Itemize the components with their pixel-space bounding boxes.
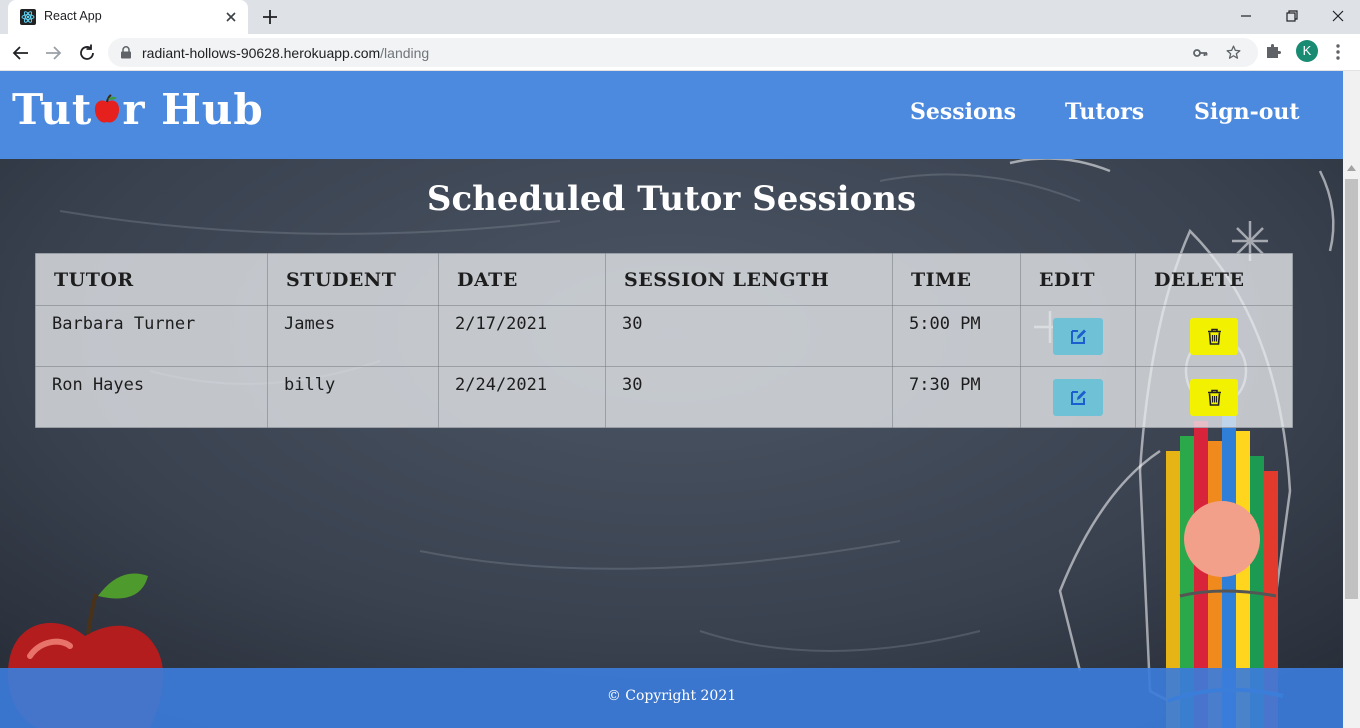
close-icon[interactable]	[222, 8, 240, 26]
edit-icon	[1070, 329, 1086, 344]
edit-button[interactable]	[1053, 378, 1103, 416]
browser-tab[interactable]: React App	[8, 0, 248, 34]
cell-session-length: 30	[605, 305, 893, 367]
kebab-menu-icon[interactable]	[1330, 42, 1346, 62]
sessions-table: TUTOR STUDENT DATE SESSION LENGTH TIME E…	[35, 253, 1293, 428]
page-title: Scheduled Tutor Sessions	[426, 179, 917, 219]
column-header-tutor: TUTOR	[35, 253, 268, 306]
reload-icon[interactable]	[76, 42, 98, 64]
tab-title: React App	[44, 9, 102, 23]
delete-button[interactable]	[1190, 378, 1238, 416]
edit-icon	[1070, 390, 1086, 405]
address-bar[interactable]: radiant-hollows-90628.herokuapp.com/land…	[108, 38, 1258, 67]
cell-date: 2/24/2021	[438, 366, 606, 428]
url-path: /landing	[380, 45, 430, 61]
key-icon[interactable]	[1192, 45, 1208, 61]
column-header-session-length: SESSION LENGTH	[605, 253, 893, 306]
url-host: radiant-hollows-90628.herokuapp.com	[142, 45, 381, 61]
back-arrow-icon[interactable]	[10, 42, 32, 64]
cell-session-length: 30	[605, 366, 893, 428]
cell-time: 5:00 PM	[892, 305, 1021, 367]
scrollbar-thumb[interactable]	[1345, 179, 1358, 599]
page-scrollbar[interactable]	[1343, 71, 1360, 728]
cell-student: James	[267, 305, 439, 367]
edit-button[interactable]	[1053, 317, 1103, 355]
copyright-text: © Copyright 2021	[606, 688, 737, 704]
minimize-icon[interactable]	[1236, 6, 1256, 26]
logo-text-start: Tut	[12, 85, 93, 134]
browser-tabstrip: React App	[0, 0, 1360, 34]
nav-sessions[interactable]: Sessions	[910, 99, 1016, 125]
nav-sign-out[interactable]: Sign-out	[1194, 99, 1300, 125]
cell-tutor: Barbara Turner	[35, 305, 268, 367]
puzzle-icon[interactable]	[1264, 42, 1282, 60]
logo-text-end: r Hub	[122, 85, 264, 134]
table-header-row: TUTOR STUDENT DATE SESSION LENGTH TIME E…	[35, 253, 1293, 306]
cell-delete	[1135, 305, 1293, 367]
browser-toolbar: radiant-hollows-90628.herokuapp.com/land…	[0, 34, 1360, 71]
cell-date: 2/17/2021	[438, 305, 606, 367]
page-viewport: Tut r Hub Sessions Tutors Sign-out Schedu…	[0, 71, 1343, 728]
column-header-date: DATE	[438, 253, 606, 306]
cell-delete	[1135, 366, 1293, 428]
column-header-time: TIME	[892, 253, 1021, 306]
window-close-icon[interactable]	[1328, 6, 1348, 26]
react-favicon-icon	[20, 9, 36, 25]
trash-icon	[1207, 328, 1221, 345]
cell-edit	[1020, 366, 1136, 428]
trash-icon	[1207, 389, 1221, 406]
site-header: Tut r Hub Sessions Tutors Sign-out	[0, 71, 1343, 159]
site-footer: © Copyright 2021	[0, 668, 1343, 728]
apple-logo-icon	[92, 87, 122, 123]
cell-time: 7:30 PM	[892, 366, 1021, 428]
cell-student: billy	[267, 366, 439, 428]
star-icon[interactable]	[1225, 44, 1242, 61]
column-header-delete: DELETE	[1135, 253, 1293, 306]
restore-icon[interactable]	[1282, 6, 1302, 26]
tutor-hub-logo[interactable]: Tut r Hub	[12, 85, 264, 135]
table-row: Barbara Turner James 2/17/2021 30 5:00 P…	[35, 305, 1293, 367]
nav-tutors[interactable]: Tutors	[1065, 99, 1144, 125]
forward-arrow-icon[interactable]	[42, 42, 64, 64]
scroll-up-arrow-icon[interactable]	[1347, 165, 1356, 171]
column-header-student: STUDENT	[267, 253, 439, 306]
delete-button[interactable]	[1190, 317, 1238, 355]
cell-edit	[1020, 305, 1136, 367]
lock-icon	[121, 46, 131, 59]
url-text: radiant-hollows-90628.herokuapp.com/land…	[142, 45, 429, 61]
profile-avatar[interactable]: K	[1296, 40, 1318, 62]
column-header-edit: EDIT	[1020, 253, 1136, 306]
table-row: Ron Hayes billy 2/24/2021 30 7:30 PM	[35, 366, 1293, 428]
plus-icon[interactable]	[260, 7, 280, 27]
cell-tutor: Ron Hayes	[35, 366, 268, 428]
